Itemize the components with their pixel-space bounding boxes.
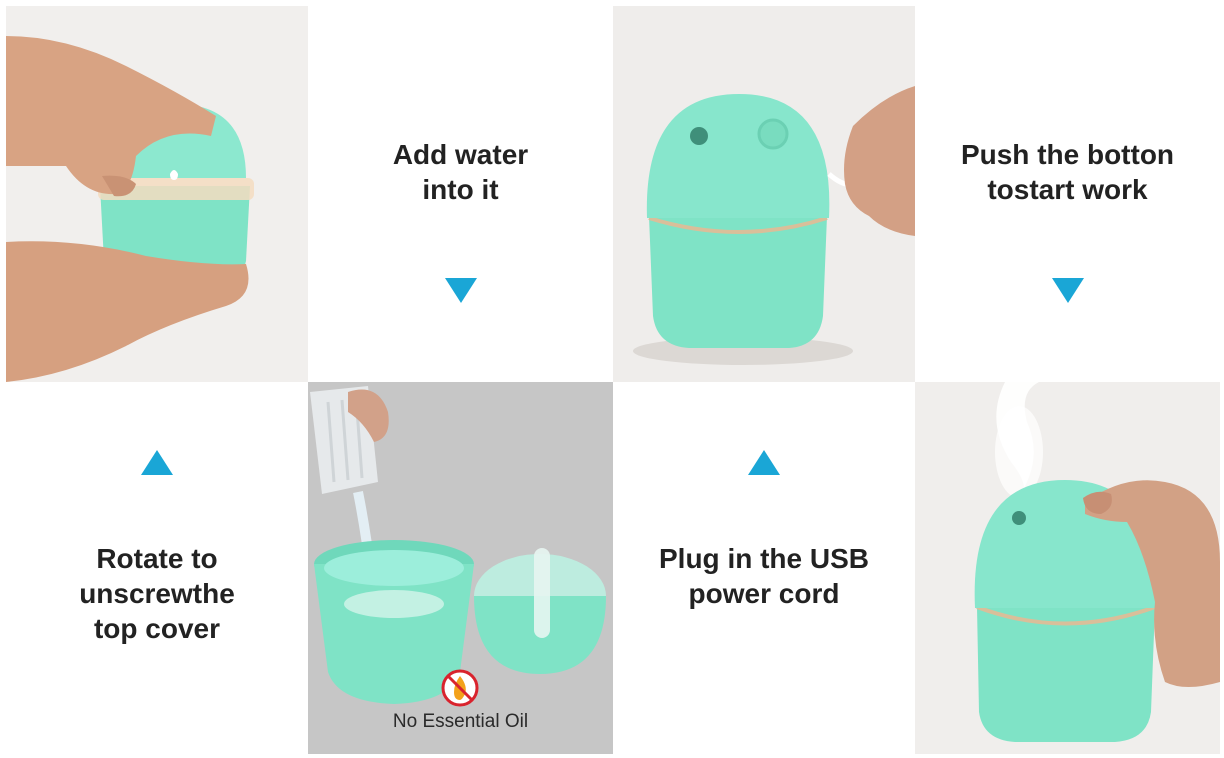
push-button-caption: Push the botton tostart work [960, 139, 1175, 205]
arrow-up-icon [748, 450, 780, 475]
step-add-water: Add water into it [308, 6, 613, 382]
instruction-grid: Add water into it Push the botton tostar… [6, 6, 1220, 754]
rotate-cover-caption: Rotate to unscrewthe top cover [79, 543, 235, 644]
arrow-down-icon [444, 278, 477, 303]
photo-add-water: No Essential Oil [308, 382, 613, 754]
photo-plug-usb [613, 6, 915, 382]
step-push-button: Push the botton tostart work [915, 6, 1220, 382]
plug-usb-caption: Plug in the USB power cord [659, 543, 869, 609]
no-essential-oil-label: No Essential Oil [392, 711, 529, 732]
photo-rotate-cover [6, 6, 308, 382]
step-rotate-cover: Rotate to unscrewthe top cover [6, 382, 308, 754]
arrow-up-icon [141, 450, 173, 475]
photo-push-button [915, 382, 1220, 754]
arrow-down-icon [1051, 278, 1084, 303]
add-water-caption: Add water into it [392, 139, 529, 205]
step-plug-usb: Plug in the USB power cord [613, 382, 915, 754]
